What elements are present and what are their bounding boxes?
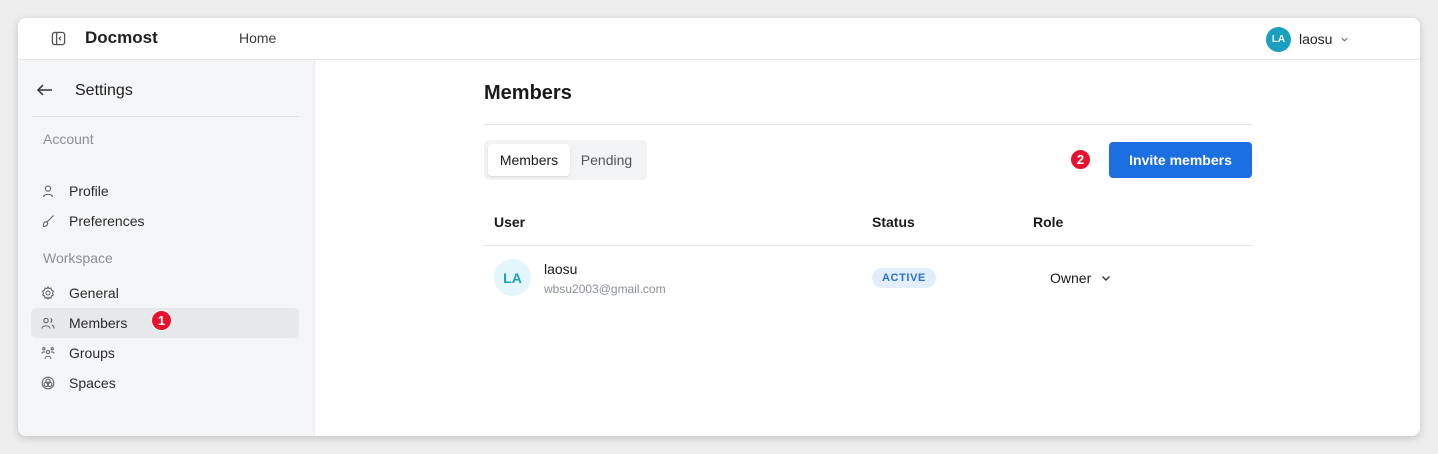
gear-icon (42, 286, 54, 300)
sidebar-item-label: Profile (69, 183, 109, 199)
spaces-icon (41, 376, 55, 390)
user-menu[interactable]: LA laosu (1266, 26, 1349, 52)
role-select[interactable]: Owner (1050, 266, 1111, 290)
avatar: LA (494, 259, 531, 296)
sidebar-title: Settings (75, 82, 133, 99)
sidebar-item-preferences[interactable]: Preferences (31, 206, 299, 236)
divider (484, 245, 1252, 246)
app-window: Docmost Home LA laosu Settings Account P… (18, 18, 1420, 436)
status-badge: ACTIVE (872, 268, 936, 288)
divider (32, 116, 299, 117)
user-name: laosu (1299, 31, 1333, 47)
tab-pending[interactable]: Pending (570, 144, 643, 176)
sidebar: Settings Account Profile Preferences Wor… (18, 60, 315, 436)
sidebar-item-groups[interactable]: Groups (31, 338, 299, 368)
main-content: Members Members Pending 2 Invite members… (316, 60, 1420, 436)
app-logo-text[interactable]: Docmost (85, 28, 158, 48)
step-marker-2: 2 (1070, 149, 1091, 170)
sidebar-item-label: Preferences (69, 213, 145, 229)
back-arrow-icon[interactable] (36, 81, 54, 99)
sidebar-item-label: Groups (69, 345, 115, 361)
invite-members-button[interactable]: Invite members (1109, 142, 1252, 178)
users-icon (41, 317, 55, 329)
sidebar-item-spaces[interactable]: Spaces (31, 368, 299, 398)
section-label-workspace: Workspace (43, 250, 113, 266)
page-title: Members (484, 82, 572, 104)
column-header-role: Role (1033, 214, 1064, 230)
home-link[interactable]: Home (239, 30, 276, 46)
member-email: wbsu2003@gmail.com (544, 282, 666, 296)
member-name: laosu (544, 261, 578, 277)
top-bar: Docmost Home LA laosu (18, 18, 1420, 60)
section-label-account: Account (43, 131, 94, 147)
chevron-down-icon (1102, 276, 1111, 281)
sidebar-item-profile[interactable]: Profile (31, 176, 299, 206)
group-icon (41, 347, 55, 360)
divider (484, 124, 1252, 125)
members-segmented-control: Members Pending (484, 140, 647, 180)
user-icon (42, 185, 54, 198)
sidebar-item-label: Members (69, 315, 128, 331)
column-header-status: Status (872, 214, 915, 230)
tab-members[interactable]: Members (488, 144, 570, 176)
sidebar-item-label: Spaces (69, 375, 116, 391)
sidebar-item-general[interactable]: General (31, 278, 299, 308)
role-value: Owner (1050, 270, 1092, 286)
sidebar-toggle-icon[interactable] (51, 31, 66, 46)
avatar: LA (1266, 26, 1291, 52)
chevron-down-icon (1341, 37, 1349, 42)
column-header-user: User (494, 214, 526, 230)
brush-icon (42, 215, 54, 228)
step-marker-1: 1 (151, 310, 172, 331)
sidebar-item-label: General (69, 285, 119, 301)
